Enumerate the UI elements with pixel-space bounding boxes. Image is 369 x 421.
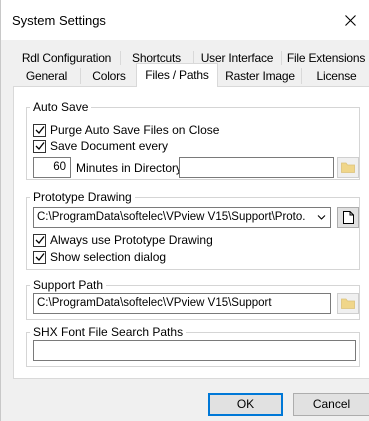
tab-panel-files-paths: Auto Save Purge Auto Save Files on Close… <box>13 86 369 379</box>
tab-separator <box>120 51 121 65</box>
tab-files-paths[interactable]: Files / Paths <box>136 63 218 87</box>
tab-separator <box>80 68 81 84</box>
tab-file-extensions[interactable]: File Extensions <box>284 49 368 68</box>
close-button[interactable] <box>330 0 369 40</box>
prototype-drawing-group-label: Prototype Drawing <box>30 190 135 204</box>
tab-general[interactable]: General <box>15 67 78 86</box>
tab-rdl-configuration[interactable]: Rdl Configuration <box>15 49 118 68</box>
support-path-group-label: Support Path <box>30 278 107 292</box>
window-title: System Settings <box>12 13 106 28</box>
always-use-prototype-checkbox-row[interactable]: Always use Prototype Drawing <box>33 232 213 248</box>
auto-save-group-label: Auto Save <box>30 100 92 114</box>
checkmark-icon <box>35 236 45 244</box>
auto-save-browse-button[interactable] <box>337 157 359 178</box>
tab-raster-image[interactable]: Raster Image <box>221 67 299 86</box>
document-icon <box>342 211 354 224</box>
checkmark-icon <box>35 253 45 261</box>
system-settings-dialog: System Settings Rdl Configuration Shortc… <box>0 0 369 421</box>
ok-button[interactable]: OK <box>208 393 283 416</box>
show-selection-dialog-checkbox[interactable] <box>33 250 46 264</box>
purge-auto-save-checkbox[interactable] <box>33 123 46 137</box>
shx-font-search-group-label: SHX Font File Search Paths <box>30 325 187 339</box>
support-path-input[interactable]: C:\ProgramData\softelec\VPview V15\Suppo… <box>33 293 331 314</box>
purge-auto-save-checkbox-row[interactable]: Purge Auto Save Files on Close <box>33 122 219 138</box>
checkmark-icon <box>35 126 45 134</box>
checkmark-icon <box>35 142 45 150</box>
auto-save-directory-input[interactable] <box>179 157 334 178</box>
title-bar: System Settings <box>1 0 369 40</box>
support-path-browse-button[interactable] <box>337 293 359 314</box>
minutes-in-directory-label: Minutes in Directory <box>76 161 183 175</box>
always-use-prototype-checkbox[interactable] <box>33 233 46 247</box>
show-selection-dialog-checkbox-row[interactable]: Show selection dialog <box>33 249 166 265</box>
tab-license[interactable]: License <box>305 67 368 86</box>
tab-separator <box>301 68 302 84</box>
save-document-label: Save Document every <box>50 139 169 153</box>
minutes-input[interactable]: 60 <box>33 157 71 178</box>
chevron-down-icon <box>317 215 326 220</box>
prototype-drawing-open-button[interactable] <box>337 207 359 228</box>
folder-icon <box>341 162 355 173</box>
folder-icon <box>341 298 355 309</box>
shx-font-search-paths-input[interactable] <box>33 340 356 361</box>
save-document-checkbox[interactable] <box>33 139 46 153</box>
cancel-button[interactable]: Cancel <box>293 393 369 416</box>
purge-auto-save-label: Purge Auto Save Files on Close <box>50 123 220 137</box>
prototype-drawing-value: C:\ProgramData\softelec\VPview V15\Suppo… <box>37 211 306 223</box>
save-document-checkbox-row[interactable]: Save Document every <box>33 138 168 154</box>
show-selection-dialog-label: Show selection dialog <box>50 250 167 264</box>
tab-colors[interactable]: Colors <box>83 67 135 86</box>
prototype-drawing-dropdown[interactable]: C:\ProgramData\softelec\VPview V15\Suppo… <box>33 207 331 228</box>
always-use-prototype-label: Always use Prototype Drawing <box>50 233 213 247</box>
tab-separator <box>281 51 282 65</box>
close-icon <box>344 14 356 26</box>
